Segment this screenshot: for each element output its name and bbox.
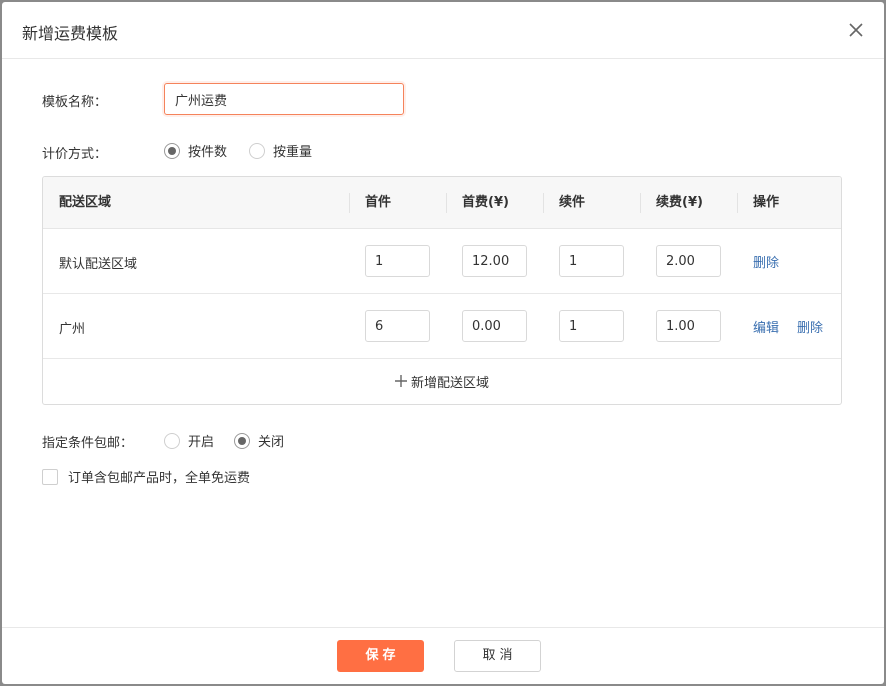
free-shipping-checkbox[interactable] [42,468,58,485]
shipping-region-table: 配送区域 首件 首费(¥) 续件 续费(¥) 操作 默认配送区域 删除 广州 [42,176,842,405]
pricing-by-count-option[interactable]: 按件数 [164,141,227,160]
delete-link[interactable]: 删除 [797,317,823,336]
header-actions: 操作 [753,195,780,210]
free-shipping-on-radio[interactable] [164,432,180,449]
free-shipping-off-label: 关闭 [258,435,285,450]
header-extra-fee: 续费(¥) [656,195,703,210]
extra-fee-input[interactable] [656,245,721,277]
cancel-button[interactable]: 取消 [454,640,541,672]
header-extra-item: 续件 [559,195,586,210]
dialog-title: 新增运费模板 [22,24,119,43]
dialog-footer: 保存 取消 [2,627,884,684]
add-region-label: 新增配送区域 [410,376,489,391]
pricing-method-label: 计价方式： [42,147,108,162]
table-header: 配送区域 首件 首费(¥) 续件 续费(¥) 操作 [43,177,841,229]
first-fee-input[interactable] [462,310,527,342]
extra-item-input[interactable] [559,245,624,277]
extra-fee-input[interactable] [656,310,721,342]
first-item-input[interactable] [365,245,430,277]
pricing-method-radio-group: 按件数 按重量 [164,141,334,160]
close-icon [849,23,863,37]
template-name-label: 模板名称： [42,95,108,110]
table-row: 广州 编辑 删除 [43,294,841,359]
pricing-by-weight-label: 按重量 [273,145,313,160]
column-divider [446,193,447,213]
free-shipping-checkbox-label: 订单含包邮产品时，全单免运费 [68,471,251,486]
free-shipping-on-option[interactable]: 开启 [164,431,214,450]
shipping-template-dialog: 新增运费模板 模板名称： 计价方式： 按件数 按重量 配送区域 首件 首费(¥) [2,2,884,684]
pricing-by-count-radio[interactable] [164,142,180,159]
pricing-by-count-label: 按件数 [188,145,228,160]
dialog-header: 新增运费模板 [2,2,884,59]
column-divider [640,193,641,213]
free-shipping-radio-group: 开启 关闭 [164,431,306,450]
table-row: 默认配送区域 删除 [43,229,841,294]
first-item-input[interactable] [365,310,430,342]
free-shipping-off-option[interactable]: 关闭 [234,431,284,450]
free-shipping-off-radio[interactable] [234,432,251,449]
edit-link[interactable]: 编辑 [753,317,779,336]
header-first-item: 首件 [365,195,392,210]
column-divider [349,193,350,213]
template-name-input[interactable] [164,83,404,115]
extra-item-input[interactable] [559,310,624,342]
free-shipping-label: 指定条件包邮： [42,436,134,451]
region-name: 默认配送区域 [59,257,138,272]
plus-icon [394,373,407,391]
free-shipping-on-label: 开启 [188,435,215,450]
first-fee-input[interactable] [462,245,527,277]
pricing-by-weight-option[interactable]: 按重量 [249,141,312,160]
delete-link[interactable]: 删除 [753,252,779,271]
column-divider [543,193,544,213]
header-region: 配送区域 [59,195,112,210]
column-divider [737,193,738,213]
region-name: 广州 [59,322,86,337]
pricing-by-weight-radio[interactable] [249,142,266,159]
close-button[interactable] [846,20,866,40]
free-shipping-checkbox-row[interactable]: 订单含包邮产品时，全单免运费 [42,467,250,486]
header-first-fee: 首费(¥) [462,195,509,210]
add-region-button[interactable]: 新增配送区域 [43,359,841,404]
save-button[interactable]: 保存 [337,640,424,672]
